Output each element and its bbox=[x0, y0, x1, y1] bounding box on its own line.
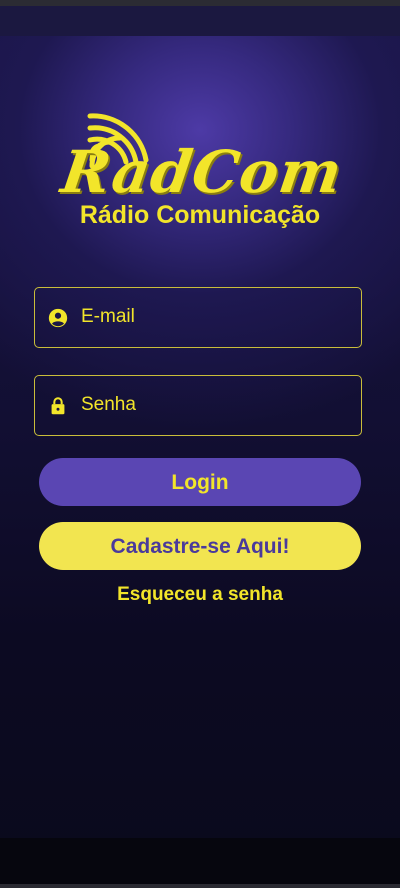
status-bar-edge bbox=[0, 0, 400, 6]
password-input[interactable] bbox=[81, 376, 351, 434]
navigation-bar-edge bbox=[0, 884, 400, 888]
forgot-password-link[interactable]: Esqueceu a senha bbox=[0, 582, 400, 608]
login-screen: RadCom Rádio Comunicação Login Cadastre-… bbox=[0, 0, 400, 888]
email-input[interactable] bbox=[81, 288, 351, 346]
signup-button[interactable]: Cadastre-se Aqui! bbox=[39, 522, 361, 570]
password-field[interactable] bbox=[34, 375, 362, 436]
navigation-bar bbox=[0, 838, 400, 888]
logo-wordmark: RadCom bbox=[57, 138, 347, 206]
account-circle-icon bbox=[48, 308, 68, 328]
app-logo: RadCom Rádio Comunicação bbox=[50, 110, 350, 240]
login-button[interactable]: Login bbox=[39, 458, 361, 506]
lock-icon bbox=[51, 397, 65, 415]
email-field[interactable] bbox=[34, 287, 362, 348]
logo-subtitle: Rádio Comunicação bbox=[79, 201, 321, 229]
status-bar bbox=[0, 0, 400, 36]
